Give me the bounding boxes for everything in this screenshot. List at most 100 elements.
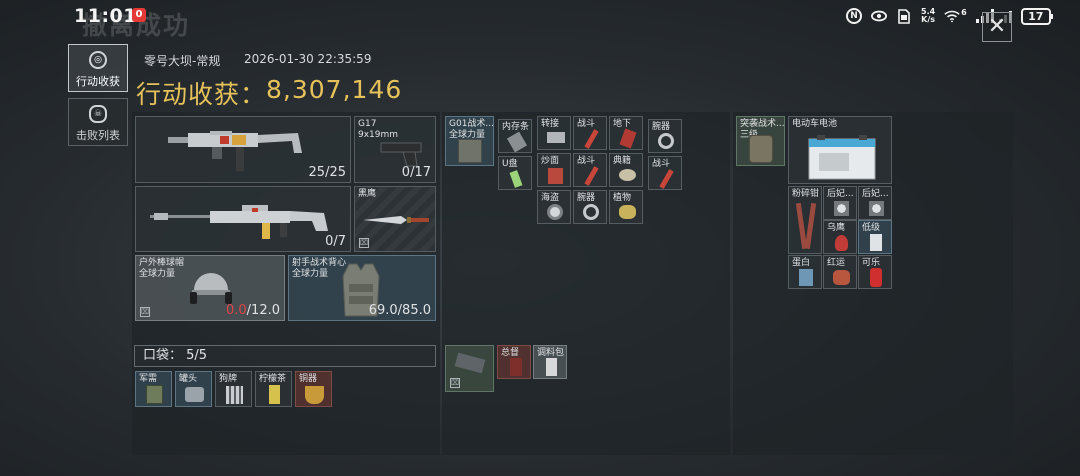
jewelry-icon — [869, 201, 884, 216]
rig-item[interactable]: 总督 — [497, 345, 531, 379]
status-icons: N 5.4 K/s 6 17 — [846, 6, 1053, 26]
map-name: 零号大坝-常规 — [144, 54, 221, 68]
melee-slot[interactable]: 黑鹰 ⌧ — [354, 186, 436, 252]
backpack-item[interactable]: 粉碎钳 — [788, 186, 822, 254]
lock-icon: ⌧ — [140, 307, 150, 317]
pocket-item[interactable]: 狗牌 — [215, 371, 252, 407]
rig-item[interactable]: 内存条 — [498, 119, 532, 153]
match-datetime: 2026-01-30 22:35:59 — [244, 52, 372, 66]
backpack-item[interactable]: 低级 — [858, 220, 892, 254]
seasoning-icon — [546, 358, 557, 376]
battery-item-icon — [808, 135, 876, 180]
rig-item[interactable]: 战斗 — [573, 116, 607, 150]
dogtag-icon — [226, 386, 243, 404]
pistol-slot[interactable]: G17 9x19mm 0/17 — [354, 116, 436, 183]
pistol-name: G17 — [358, 119, 377, 129]
backpack-container-slot[interactable]: 突袭战术... 三级 — [736, 116, 785, 166]
rig-item[interactable]: 转接 — [537, 116, 571, 150]
primary-weapon-slot[interactable]: 25/25 — [135, 116, 351, 183]
skull-icon: ☠ — [89, 105, 107, 123]
battery-icon: 17 — [1020, 7, 1053, 25]
smg-icon — [168, 131, 302, 171]
primary-weapon-ammo: 25/25 — [308, 165, 346, 180]
pocket-item[interactable]: 罐头 — [175, 371, 212, 407]
stim-icon — [584, 129, 599, 149]
rig-item[interactable]: 腕器 — [648, 119, 682, 153]
ration-icon — [146, 385, 163, 404]
backpack-item[interactable]: 可乐 — [858, 255, 892, 289]
notification-badge: 0 — [132, 8, 146, 22]
eye-icon — [871, 8, 887, 24]
helmet-name: 户外棒球帽 — [139, 258, 185, 268]
pocket-item[interactable]: 军需 — [135, 371, 172, 407]
key-card-icon — [619, 128, 637, 149]
helmet-slot[interactable]: 户外棒球帽 全球力量 ⌧ 0.0/12.0 — [135, 255, 285, 321]
signal-label: 6 — [961, 7, 967, 17]
medicine-icon — [870, 234, 882, 251]
tea-icon — [269, 385, 280, 404]
noodles-icon — [548, 168, 563, 184]
bracelet-icon — [658, 133, 674, 149]
target-icon: ◎ — [89, 51, 107, 69]
adapter-icon — [547, 132, 565, 143]
rig-item[interactable]: 战斗 — [573, 153, 607, 187]
armor-slot[interactable]: 射手战术背心 全球力量 69.0/85.0 — [288, 255, 436, 321]
backpack-item[interactable]: 乌鹰 — [823, 220, 857, 254]
close-button[interactable]: ✕ — [982, 12, 1012, 42]
lock-icon: ⌧ — [359, 238, 369, 248]
backpack-icon — [749, 135, 773, 163]
document-icon — [510, 358, 522, 376]
nfc-icon: N — [846, 8, 862, 24]
secondary-weapon-slot[interactable]: 0/7 — [135, 186, 351, 252]
rig-item[interactable]: U盘 — [498, 156, 532, 190]
helmet-sub: 全球力量 — [139, 269, 176, 279]
rig-item[interactable]: 植物 — [609, 190, 643, 224]
stim-icon — [584, 166, 599, 186]
rig-item[interactable]: 地下 — [609, 116, 643, 150]
wifi-icon — [944, 8, 960, 24]
knife-icon — [363, 216, 429, 224]
can-icon — [185, 387, 204, 402]
rig-item[interactable]: 海盗 — [537, 190, 571, 224]
pistol-icon — [380, 142, 422, 167]
rig-item[interactable]: 典籍 — [609, 153, 643, 187]
bowl-icon — [619, 169, 636, 181]
rig-item[interactable]: 炒面 — [537, 153, 571, 187]
rig-case-slot[interactable]: ⌧ — [445, 345, 494, 392]
tab-kills-label: 击败列表 — [76, 129, 120, 142]
tab-kills[interactable]: ☠ 击败列表 — [68, 98, 128, 146]
backpack-item[interactable]: 后妃... — [858, 186, 892, 220]
medal-icon — [547, 204, 563, 220]
melee-name: 黑鹰 — [358, 189, 377, 199]
stim-icon — [659, 169, 674, 189]
tab-haul[interactable]: ◎ 行动收获 — [68, 44, 128, 92]
rig-item[interactable]: 调料包 — [533, 345, 567, 379]
bracelet-icon — [583, 204, 599, 220]
bronze-vessel-icon — [305, 386, 324, 404]
backpack-item-battery[interactable]: 电动车电池 — [788, 116, 892, 184]
rig-container-slot[interactable]: G01战术... 全球力量 — [445, 116, 494, 166]
status-time: 11:01 — [74, 5, 137, 27]
rig-item[interactable]: 腕器 — [573, 190, 607, 224]
backpack-item[interactable]: 红运 — [823, 255, 857, 289]
haul-value: 8,307,146 — [266, 75, 403, 104]
rig-icon — [458, 139, 482, 163]
rig-item[interactable]: 战斗 — [648, 156, 682, 190]
secondary-weapon-ammo: 0/7 — [325, 234, 346, 249]
rifle-icon — [150, 205, 328, 239]
protein-icon — [799, 269, 813, 286]
tab-haul-label: 行动收获 — [76, 75, 120, 88]
lock-icon: ⌧ — [450, 378, 460, 388]
case-icon — [454, 352, 486, 374]
pocket-item[interactable]: 铜器 — [295, 371, 332, 407]
sim-icon — [896, 8, 912, 24]
pocket-capacity: 5/5 — [186, 348, 208, 363]
backpack-title: 突袭战术... — [740, 119, 785, 129]
net-speed: 5.4 K/s — [921, 7, 936, 24]
pocket-item[interactable]: 柠檬茶 — [255, 371, 292, 407]
armor-sub: 全球力量 — [292, 269, 329, 279]
lucky-bag-icon — [833, 270, 850, 285]
helmet-durability: 0.0/12.0 — [225, 303, 280, 318]
backpack-item[interactable]: 蛋白 — [788, 255, 822, 289]
backpack-item[interactable]: 后妃... — [823, 186, 857, 220]
